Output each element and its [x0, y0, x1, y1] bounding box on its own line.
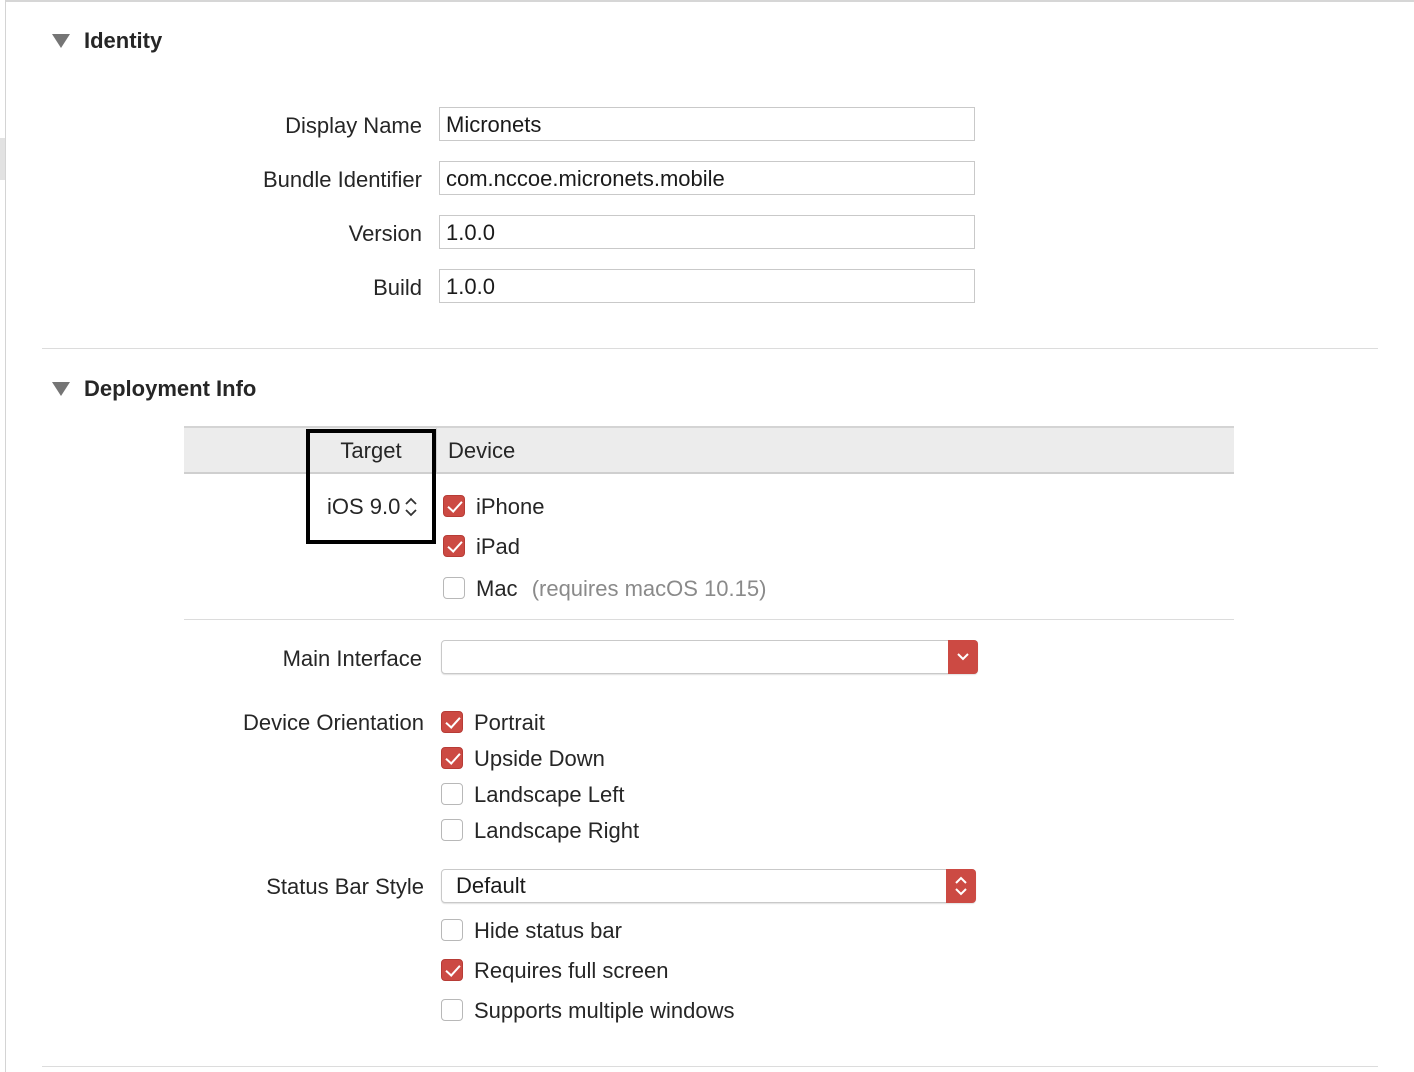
build-label: Build: [373, 275, 422, 300]
ipad-checkbox[interactable]: [443, 535, 465, 557]
table-divider: [184, 619, 1234, 620]
iphone-checkbox[interactable]: [443, 495, 465, 517]
version-field[interactable]: 1.0.0: [439, 215, 975, 249]
supports-multiple-windows-label: Supports multiple windows: [474, 998, 735, 1023]
target-highlight-box: [306, 429, 436, 544]
upside-down-label: Upside Down: [474, 746, 605, 771]
landscape-right-checkbox[interactable]: [441, 819, 463, 841]
version-label: Version: [348, 221, 422, 246]
display-name-field[interactable]: Micronets: [439, 107, 975, 141]
identity-title: Identity: [84, 28, 163, 53]
landscape-left-label: Landscape Left: [474, 782, 625, 807]
landscape-left-checkbox[interactable]: [441, 783, 463, 805]
mac-label: Mac (requires macOS 10.15): [476, 576, 766, 602]
requires-full-screen-checkbox[interactable]: [441, 959, 463, 981]
build-field[interactable]: 1.0.0: [439, 269, 975, 303]
status-bar-style-value: Default: [456, 873, 526, 898]
deployment-title: Deployment Info: [84, 376, 257, 401]
device-column-header: Device: [448, 438, 516, 463]
requires-full-screen-label: Requires full screen: [474, 958, 669, 983]
supports-multiple-windows-checkbox[interactable]: [441, 999, 463, 1021]
disclosure-triangle-icon[interactable]: [52, 382, 70, 396]
main-interface-dropdown-button[interactable]: [948, 640, 978, 674]
hide-status-bar-checkbox[interactable]: [441, 919, 463, 941]
left-edge-tab: [0, 138, 5, 180]
portrait-checkbox[interactable]: [441, 711, 463, 733]
section-divider: [42, 348, 1378, 349]
hide-status-bar-label: Hide status bar: [474, 918, 622, 943]
left-border: [5, 0, 6, 1072]
bundle-identifier-field[interactable]: com.nccoe.micronets.mobile: [439, 161, 975, 195]
deployment-section-header[interactable]: Deployment Info: [52, 376, 256, 402]
mac-checkbox[interactable]: [443, 577, 465, 599]
iphone-label: iPhone: [476, 494, 545, 519]
ipad-label: iPad: [476, 534, 521, 559]
mac-label-text: Mac: [476, 576, 518, 601]
landscape-right-label: Landscape Right: [474, 818, 640, 843]
top-border: [5, 0, 1414, 2]
status-bar-style-stepper[interactable]: [946, 869, 976, 903]
up-down-chevron-icon: [955, 876, 967, 896]
identity-section-header[interactable]: Identity: [52, 28, 162, 54]
chevron-down-icon: [957, 653, 969, 661]
upside-down-checkbox[interactable]: [441, 747, 463, 769]
bottom-divider: [42, 1066, 1378, 1067]
status-bar-style-label: Status Bar Style: [266, 874, 424, 899]
bundle-identifier-label: Bundle Identifier: [263, 167, 422, 192]
display-name-label: Display Name: [285, 113, 422, 138]
status-bar-style-popup[interactable]: Default: [441, 869, 976, 903]
column-separator: [436, 428, 437, 472]
mac-requirement-note: (requires macOS 10.15): [531, 576, 767, 601]
portrait-label: Portrait: [474, 710, 545, 735]
main-interface-combobox[interactable]: [441, 640, 978, 674]
device-orientation-label: Device Orientation: [243, 710, 424, 735]
disclosure-triangle-icon[interactable]: [52, 34, 70, 48]
main-interface-label: Main Interface: [282, 646, 422, 671]
